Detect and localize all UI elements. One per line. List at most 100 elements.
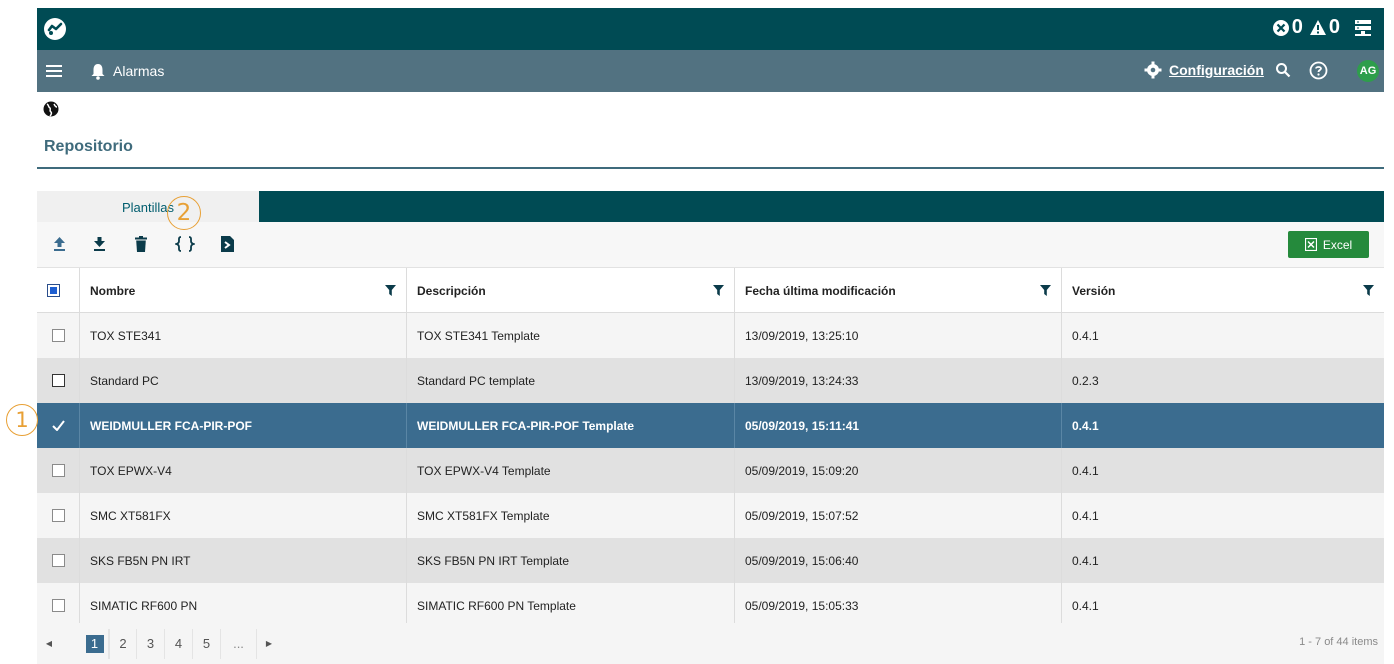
row-checkbox[interactable] <box>51 329 65 342</box>
table-row[interactable]: SKS FB5N PN IRT SKS FB5N PN IRT Template… <box>37 538 1384 583</box>
pager-summary: 1 - 7 of 44 items <box>1299 636 1378 648</box>
cell-descripcion: SMC XT581FX Template <box>407 493 735 538</box>
warning-icon <box>1309 20 1326 35</box>
server-icon[interactable] <box>1354 19 1372 37</box>
cell-version: 0.4.1 <box>1072 553 1099 568</box>
row-select-cell <box>37 493 80 538</box>
cell-descripcion: TOX STE341 Template <box>407 313 735 358</box>
row-select-cell <box>37 448 80 493</box>
table-row[interactable]: SIMATIC RF600 PN SIMATIC RF600 PN Templa… <box>37 583 1384 628</box>
row-checkbox[interactable] <box>51 599 65 612</box>
upload-icon <box>53 237 65 251</box>
row-select-cell <box>37 403 80 448</box>
upload-button[interactable] <box>50 234 68 254</box>
filter-icon[interactable] <box>713 285 724 296</box>
cell-nombre: WEIDMULLER FCA-PIR-POF <box>80 403 407 448</box>
configuration-link[interactable]: Configuración <box>1144 61 1264 79</box>
next-page-icon[interactable]: ▶ <box>257 629 281 659</box>
page-button-1[interactable]: 1 <box>81 628 109 659</box>
row-checkbox[interactable] <box>51 374 65 387</box>
excel-label: Excel <box>1322 237 1353 252</box>
cell-version: 0.4.1 <box>1072 418 1099 433</box>
row-select-cell <box>37 313 80 358</box>
page-button-2[interactable]: 2 <box>109 628 137 659</box>
filter-icon[interactable] <box>1040 285 1051 296</box>
row-checkbox[interactable] <box>51 509 65 522</box>
excel-export-button[interactable]: Excel <box>1288 231 1369 258</box>
cell-fecha: 13/09/2019, 13:24:33 <box>735 358 1062 403</box>
column-header-descripcion[interactable]: Descripción <box>407 268 735 313</box>
user-avatar[interactable]: AG <box>1357 60 1379 82</box>
download-icon <box>93 237 105 251</box>
grid-header-row: Nombre Descripción Fecha última modifica… <box>37 268 1384 313</box>
column-label: Descripción <box>417 283 486 298</box>
curly-braces-icon <box>175 236 195 252</box>
row-select-cell <box>37 358 80 403</box>
column-header-fecha[interactable]: Fecha última modificación <box>735 268 1062 313</box>
previous-page-icon[interactable]: ◀ <box>37 629 61 659</box>
filter-icon[interactable] <box>385 285 396 296</box>
cell-descripcion: WEIDMULLER FCA-PIR-POF Template <box>407 403 735 448</box>
cell-version: 0.2.3 <box>1072 373 1099 388</box>
page-ellipsis-button[interactable]: ... <box>221 628 257 659</box>
export-file-button[interactable] <box>218 234 236 254</box>
cell-nombre: SIMATIC RF600 PN <box>80 583 407 628</box>
cell-descripcion: Standard PC template <box>407 358 735 403</box>
tab-plantillas[interactable]: Plantillas <box>37 191 259 222</box>
row-select-cell <box>37 583 80 628</box>
page-button-5[interactable]: 5 <box>193 628 221 659</box>
download-button[interactable] <box>90 234 108 254</box>
row-checkbox[interactable] <box>51 554 65 567</box>
cell-descripcion: TOX EPWX-V4 Template <box>407 448 735 493</box>
select-all-checkbox[interactable] <box>46 284 60 297</box>
grid-toolbar: Excel <box>37 222 1384 268</box>
bell-icon <box>91 64 105 80</box>
cell-version: 0.4.1 <box>1072 598 1099 613</box>
page-button-3[interactable]: 3 <box>137 628 165 659</box>
row-select-cell <box>37 538 80 583</box>
excel-icon <box>1304 238 1317 251</box>
select-all-cell <box>37 268 80 313</box>
title-divider <box>37 167 1384 169</box>
warning-indicator[interactable]: 0 <box>1309 16 1340 39</box>
table-row[interactable]: TOX EPWX-V4 TOX EPWX-V4 Template 05/09/2… <box>37 448 1384 493</box>
table-row[interactable]: TOX STE341 TOX STE341 Template 13/09/201… <box>37 313 1384 358</box>
table-row[interactable]: SMC XT581FX SMC XT581FX Template 05/09/2… <box>37 493 1384 538</box>
delete-button[interactable] <box>132 234 150 254</box>
menu-icon[interactable] <box>45 62 63 80</box>
cell-nombre: TOX EPWX-V4 <box>80 448 407 493</box>
cell-nombre: SKS FB5N PN IRT <box>80 538 407 583</box>
warning-count: 0 <box>1328 16 1340 38</box>
cell-nombre: Standard PC <box>80 358 407 403</box>
page-button-4[interactable]: 4 <box>165 628 193 659</box>
error-indicator[interactable]: 0 <box>1272 16 1303 39</box>
cell-fecha: 05/09/2019, 15:05:33 <box>735 583 1062 628</box>
cell-version: 0.4.1 <box>1072 328 1099 343</box>
column-header-nombre[interactable]: Nombre <box>80 268 407 313</box>
cell-descripcion: SKS FB5N PN IRT Template <box>407 538 735 583</box>
trash-icon <box>135 236 147 252</box>
json-button[interactable] <box>174 234 196 254</box>
callout-marker-2: 2 <box>167 196 201 230</box>
cell-fecha: 05/09/2019, 15:09:20 <box>735 448 1062 493</box>
configuration-label: Configuración <box>1169 62 1264 78</box>
status-indicators: 0 0 <box>1272 16 1372 39</box>
cell-fecha: 05/09/2019, 15:06:40 <box>735 538 1062 583</box>
section-title: Alarmas <box>113 63 165 79</box>
column-label: Fecha última modificación <box>745 283 896 298</box>
app-logo-icon[interactable] <box>43 17 67 41</box>
search-icon[interactable] <box>1275 62 1291 78</box>
checkmark-icon[interactable] <box>51 420 65 431</box>
pager: ◀ 1 2 3 4 5 ... ▶ 1 - 7 of 44 items <box>37 623 1384 664</box>
column-header-version[interactable]: Versión <box>1062 268 1384 313</box>
top-bar: 0 0 <box>37 8 1384 50</box>
cell-version: 0.4.1 <box>1072 508 1099 523</box>
row-checkbox[interactable] <box>51 464 65 477</box>
cell-fecha: 13/09/2019, 13:25:10 <box>735 313 1062 358</box>
app-frame: 0 0 Alarmas Configuración AG Repositorio… <box>37 8 1384 664</box>
filter-icon[interactable] <box>1363 285 1374 296</box>
table-row-selected[interactable]: WEIDMULLER FCA-PIR-POF WEIDMULLER FCA-PI… <box>37 403 1384 448</box>
table-row[interactable]: Standard PC Standard PC template 13/09/2… <box>37 358 1384 403</box>
cell-fecha: 05/09/2019, 15:07:52 <box>735 493 1062 538</box>
help-icon[interactable] <box>1309 61 1328 80</box>
